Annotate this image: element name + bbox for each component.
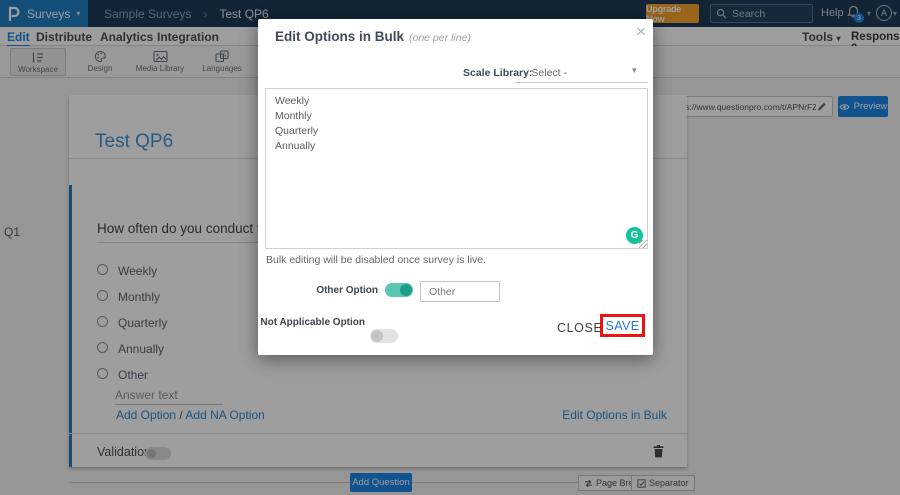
not-applicable-option-label: Not Applicable Option bbox=[260, 317, 365, 328]
dialog-header: Edit Options in Bulk (one per line) bbox=[275, 29, 471, 44]
save-button[interactable]: SAVE bbox=[605, 319, 639, 333]
bulk-edit-note: Bulk editing will be disabled once surve… bbox=[266, 254, 487, 266]
other-option-input[interactable] bbox=[420, 281, 500, 302]
dialog-title: Edit Options in Bulk bbox=[275, 29, 404, 44]
dialog-subtitle: (one per line) bbox=[409, 32, 471, 44]
save-button-highlight: SAVE bbox=[600, 314, 645, 337]
chevron-down-icon[interactable]: ▾ bbox=[632, 65, 637, 76]
textarea-resize-handle[interactable] bbox=[639, 240, 647, 248]
other-option-toggle[interactable] bbox=[385, 283, 413, 297]
scale-library-underline bbox=[515, 82, 648, 83]
scale-library-select[interactable]: - Select - bbox=[525, 67, 567, 79]
close-button[interactable]: CLOSE bbox=[557, 321, 602, 335]
edit-options-in-bulk-dialog: Edit Options in Bulk (one per line) × Sc… bbox=[258, 19, 653, 355]
scale-library-label: Scale Library: bbox=[463, 67, 533, 79]
not-applicable-toggle[interactable] bbox=[370, 329, 398, 343]
other-option-label: Other Option bbox=[316, 285, 378, 296]
close-icon[interactable]: × bbox=[636, 23, 646, 40]
bulk-options-textarea[interactable]: Weekly Monthly Quarterly Annually bbox=[265, 88, 648, 249]
